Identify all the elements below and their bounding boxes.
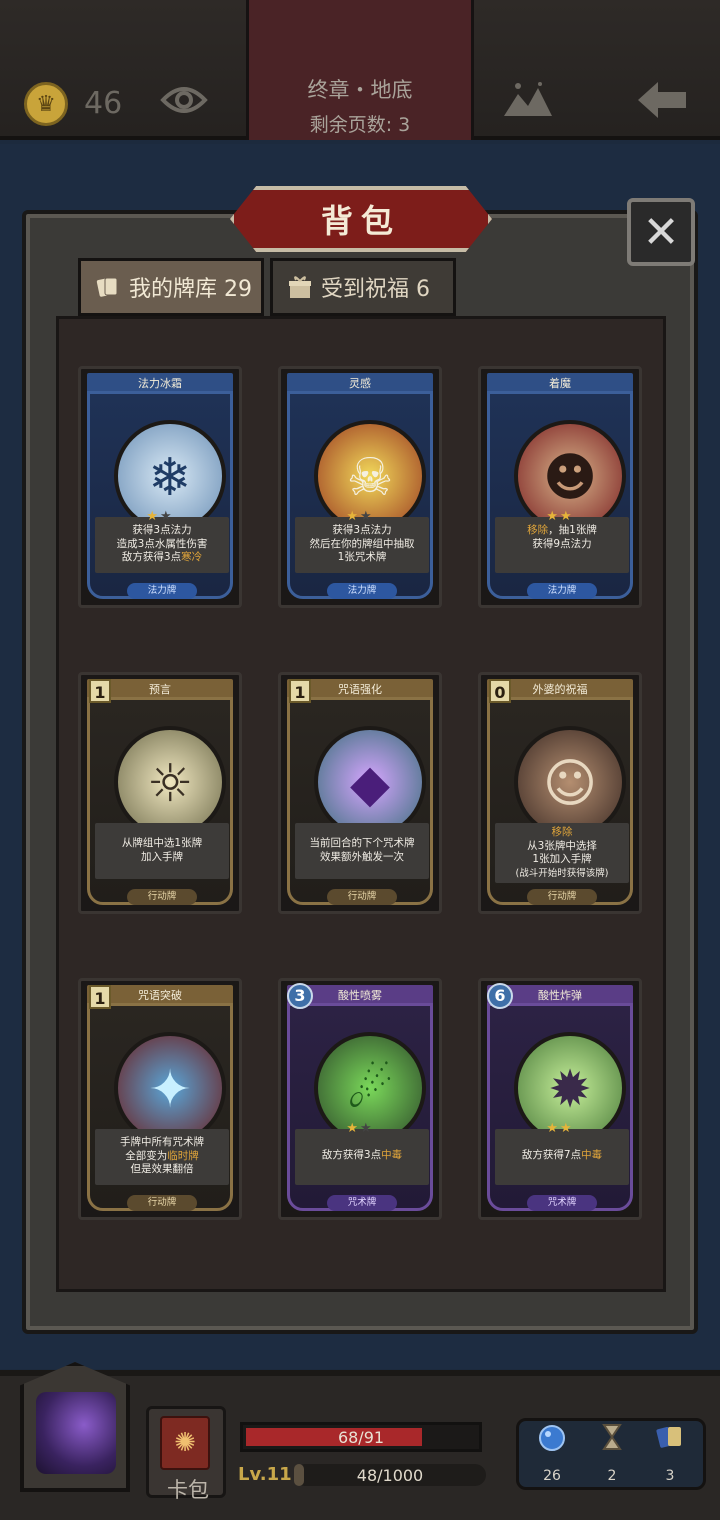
card-description: 手牌中所有咒术牌 全部变为临时牌 但是效果翻倍 (95, 1129, 229, 1185)
card-cost: 1 (89, 985, 111, 1009)
card-stars: ★★ (346, 1121, 374, 1136)
pages-left: 剩余页数: 3 (309, 114, 411, 136)
gold-coin-icon: ♛ (24, 82, 68, 126)
card-possessed[interactable]: 着魔 ☻ ★★ 移除，抽1张牌 获得9点法力 法力牌 (478, 366, 642, 608)
card-type: 法力牌 (527, 583, 597, 599)
card-spell-boost[interactable]: 1 咒语强化 ◆ 当前回合的下个咒术牌 效果额外触发一次 行动牌 (278, 672, 442, 914)
mana-orb-icon (539, 1425, 565, 1451)
card-spell-breakthrough[interactable]: 1 咒语突破 ✦ 手牌中所有咒术牌 全部变为临时牌 但是效果翻倍 行动牌 (78, 978, 242, 1220)
tab-label: 我的牌库 29 (129, 277, 252, 302)
card-type: 行动牌 (527, 889, 597, 905)
character-portrait[interactable] (36, 1392, 116, 1474)
cards-icon (656, 1426, 681, 1448)
xp-text: 48/1000 (356, 1466, 424, 1485)
hp-text: 68/91 (337, 1428, 385, 1447)
card-art-seer: ☼ (114, 726, 226, 838)
top-bar: ♛ 46 终章・地底 剩余页数: 3 (0, 0, 720, 140)
card-stars: ★★ (146, 509, 174, 524)
card-description: 敌方获得7点中毒 (495, 1129, 629, 1185)
card-stars: ★★ (346, 509, 374, 524)
card-description: 获得3点法力 然后在你的牌组中抽取 1张咒术牌 (295, 517, 429, 573)
map-icon[interactable] (500, 80, 556, 120)
card-cost: 1 (89, 679, 111, 703)
card-type: 咒术牌 (327, 1195, 397, 1211)
gift-icon (289, 276, 311, 298)
card-art-grandma: ☺ (514, 726, 626, 838)
card-art-crystal: ◆ (314, 726, 426, 838)
card-description: 移除，抽1张牌 获得9点法力 (495, 517, 629, 573)
card-cost: 6 (487, 983, 513, 1009)
card-cost: 0 (489, 679, 511, 703)
chapter-box: 终章・地底 剩余页数: 3 (246, 0, 474, 140)
panel-title-banner: 背包 (230, 186, 492, 252)
card-art-mage: ✦ (114, 1032, 226, 1144)
card-name: 法力冰霜 (138, 377, 182, 390)
card-prophecy[interactable]: 1 预言 ☼ 从牌组中选1张牌 加入手牌 行动牌 (78, 672, 242, 914)
card-type: 行动牌 (127, 889, 197, 905)
xp-bar: 48/1000 (294, 1464, 486, 1486)
card-description: 获得3点法力 造成3点水属性伤害 敌方获得3点寒冷 (95, 517, 229, 573)
chapter-title: 终章・地底 (307, 78, 413, 102)
tab-blessings[interactable]: 受到祝福 6 (270, 258, 456, 316)
card-stars: ★★ (546, 509, 574, 524)
stat-mana[interactable]: 26 (530, 1422, 574, 1484)
card-cost: 1 (289, 679, 311, 703)
card-inspiration[interactable]: 灵感 ☠ ★★ 获得3点法力 然后在你的牌组中抽取 1张咒术牌 法力牌 (278, 366, 442, 608)
card-name: 着魔 (549, 377, 571, 390)
card-cost: 3 (287, 983, 313, 1009)
card-acid-bomb[interactable]: 6 酸性炸弹 ✹ ★★ 敌方获得7点中毒 咒术牌 (478, 978, 642, 1220)
back-arrow-icon[interactable] (634, 78, 690, 122)
card-description: 当前回合的下个咒术牌 效果额外触发一次 (295, 823, 429, 879)
cardpack-label: 卡包 (167, 1478, 209, 1502)
card-name: 灵感 (349, 377, 371, 390)
level-label: Lv.11 (238, 1464, 292, 1485)
cardpack-icon: ✺ (160, 1416, 210, 1470)
eye-icon[interactable] (160, 82, 208, 118)
card-type: 法力牌 (127, 583, 197, 599)
card-stars: ★★ (546, 1121, 574, 1136)
card-description: 从牌组中选1张牌 加入手牌 (95, 823, 229, 879)
cards-icon (96, 277, 118, 297)
tab-my-deck[interactable]: 我的牌库 29 (78, 258, 264, 316)
hp-bar: 68/91 (240, 1422, 482, 1452)
close-icon: ✕ (642, 206, 680, 258)
gold-count: 46 (84, 86, 123, 121)
card-type: 法力牌 (327, 583, 397, 599)
tab-label: 受到祝福 6 (321, 277, 430, 302)
card-grandma-blessing[interactable]: 0 外婆的祝福 ☺ 移除 从3张牌中选择 1张加入手牌 (战斗开始时获得该牌) 行… (478, 672, 642, 914)
panel-title: 背包 (320, 202, 401, 240)
card-description: 移除 从3张牌中选择 1张加入手牌 (战斗开始时获得该牌) (495, 823, 629, 883)
card-mana-frost[interactable]: 法力冰霜 ❄ ★★ 获得3点法力 造成3点水属性伤害 敌方获得3点寒冷 法力牌 (78, 366, 242, 608)
card-type: 咒术牌 (527, 1195, 597, 1211)
card-acid-spray[interactable]: 3 酸性喷雾 ☄ ★★ 敌方获得3点中毒 咒术牌 (278, 978, 442, 1220)
stat-hourglass[interactable]: 2 (590, 1422, 634, 1484)
hourglass-icon (602, 1424, 622, 1450)
card-description: 敌方获得3点中毒 (295, 1129, 429, 1185)
card-type: 行动牌 (327, 889, 397, 905)
card-type: 行动牌 (127, 1195, 197, 1211)
close-button[interactable]: ✕ (627, 198, 695, 266)
stat-cards[interactable]: 3 (648, 1422, 692, 1484)
